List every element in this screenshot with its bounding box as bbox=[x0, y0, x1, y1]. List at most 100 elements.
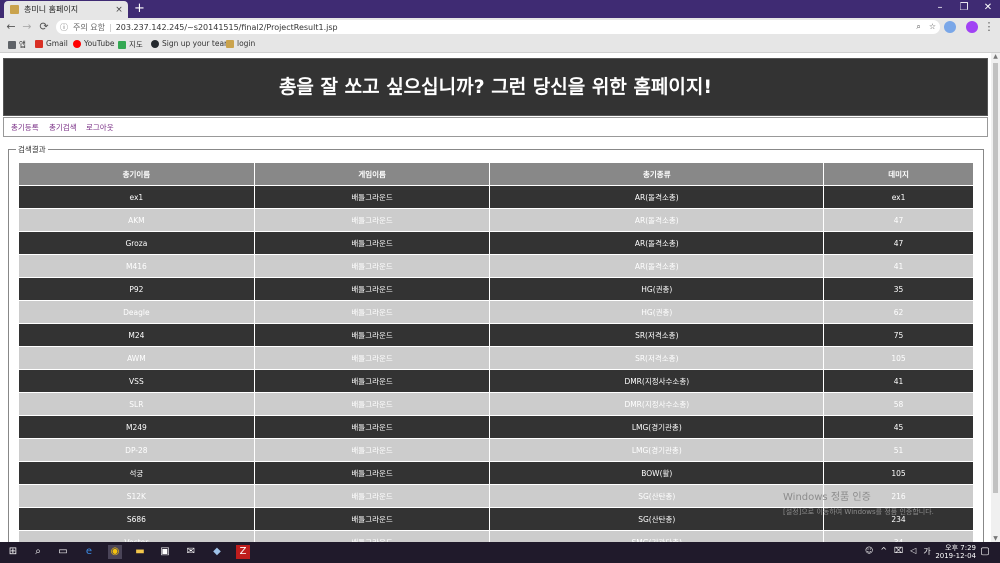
edge-icon[interactable]: e bbox=[82, 545, 96, 559]
cell-gun-name: Deagle bbox=[18, 300, 255, 324]
cell-game-name: 배틀그라운드 bbox=[253, 392, 491, 416]
app-icon[interactable]: ◆ bbox=[210, 545, 224, 559]
close-window-button[interactable]: ✕ bbox=[976, 0, 1000, 18]
gmail-icon bbox=[35, 39, 43, 48]
forward-button[interactable]: → bbox=[20, 19, 34, 35]
cell-damage: 105 bbox=[823, 461, 974, 485]
menu-link-logout[interactable]: 로그아웃 bbox=[86, 122, 114, 133]
cell-game-name: 배틀그라운드 bbox=[253, 277, 491, 301]
tab-close-icon[interactable]: × bbox=[114, 5, 124, 15]
cell-damage: 62 bbox=[823, 300, 974, 324]
page-scrollbar[interactable]: ▲ ▼ bbox=[991, 53, 1000, 542]
cell-gun-type: SG(산탄총) bbox=[489, 484, 825, 508]
cell-damage: 51 bbox=[823, 438, 974, 462]
column-header: 총기종류 bbox=[489, 162, 825, 186]
cell-game-name: 배틀그라운드 bbox=[253, 484, 491, 508]
apps-icon bbox=[8, 40, 16, 49]
bookmark-youtube[interactable]: YouTube bbox=[73, 39, 115, 48]
cell-gun-name: DP-28 bbox=[18, 438, 255, 462]
cell-damage: 47 bbox=[823, 231, 974, 255]
cell-gun-type: DMR(지정사수소총) bbox=[489, 369, 825, 393]
security-label: 주의 요함 bbox=[73, 22, 105, 32]
mail-icon[interactable]: ✉ bbox=[184, 545, 198, 559]
cell-gun-name: M249 bbox=[18, 415, 255, 439]
menu-kebab-icon[interactable]: ⋮ bbox=[982, 19, 996, 35]
network-icon[interactable]: ⌧ bbox=[894, 546, 903, 557]
cell-gun-name: 석궁 bbox=[18, 461, 255, 485]
cell-gun-name: AKM bbox=[18, 208, 255, 232]
bookmark-apps[interactable]: 앱 bbox=[8, 39, 26, 50]
youtube-icon bbox=[73, 39, 81, 48]
filezilla-icon[interactable]: Z bbox=[236, 545, 250, 559]
browser-tab[interactable]: 총미니 홈페이지 × bbox=[4, 1, 128, 18]
cell-damage: 41 bbox=[823, 254, 974, 278]
notification-icon[interactable]: ▢ bbox=[978, 545, 992, 559]
table-row: M416 배틀그라운드 AR(돌격소총) 41 bbox=[18, 254, 974, 278]
table-row: Deagle 배틀그라운드 HG(권총) 62 bbox=[18, 300, 974, 324]
cell-damage: 58 bbox=[823, 392, 974, 416]
search-icon[interactable]: ⌕ bbox=[31, 545, 45, 559]
bookmark-label: Sign up your team bbox=[162, 39, 232, 48]
cell-gun-type: DMR(지정사수소총) bbox=[489, 392, 825, 416]
bookmark-star-icon[interactable]: ☆ bbox=[929, 20, 936, 34]
chrome-icon[interactable]: ◉ bbox=[108, 545, 122, 559]
task-view-icon[interactable]: ▭ bbox=[56, 545, 70, 559]
menu-link-search[interactable]: 총기검색 bbox=[49, 122, 77, 133]
back-button[interactable]: ← bbox=[4, 19, 18, 35]
cell-game-name: 배틀그라운드 bbox=[253, 208, 491, 232]
info-icon[interactable]: ⓘ bbox=[60, 22, 70, 33]
new-tab-button[interactable]: + bbox=[134, 1, 145, 17]
bookmark-login[interactable]: login bbox=[226, 39, 255, 48]
people-icon[interactable]: ☺ bbox=[865, 546, 873, 557]
browser-toolbar: ← → ⟳ ⓘ 주의 요함 | 203.237.142.245/~s201415… bbox=[0, 18, 1000, 36]
cell-gun-name: S686 bbox=[18, 507, 255, 531]
zoom-icon[interactable]: ⌕ bbox=[916, 20, 920, 34]
windows-activation-watermark: Windows 정품 인증 [설정]으로 이동하여 Windows를 정품 인증… bbox=[783, 491, 934, 519]
scroll-up-icon[interactable]: ▲ bbox=[991, 53, 1000, 60]
table-row: P92 배틀그라운드 HG(권총) 35 bbox=[18, 277, 974, 301]
restore-button[interactable]: ❐ bbox=[952, 0, 976, 18]
table-row: Groza 배틀그라운드 AR(돌격소총) 47 bbox=[18, 231, 974, 255]
cell-gun-name: S12K bbox=[18, 484, 255, 508]
page-favicon-icon bbox=[10, 5, 19, 14]
page-viewport: 총을 잘 쏘고 싶으십니까? 그런 당신을 위한 홈페이지! 총기등록 총기검색… bbox=[0, 53, 991, 542]
cell-gun-type: SR(저격소총) bbox=[489, 323, 825, 347]
ime-indicator[interactable]: 가 bbox=[923, 546, 930, 557]
clock-date: 2019-12-04 bbox=[935, 552, 976, 560]
browser-tab-strip: 총미니 홈페이지 × + – ❐ ✕ bbox=[0, 0, 1000, 18]
bookmark-label: YouTube bbox=[84, 39, 115, 48]
bookmark-github[interactable]: Sign up your team bbox=[151, 39, 231, 48]
profile-avatar-icon[interactable] bbox=[966, 21, 978, 33]
cell-gun-type: BOW(활) bbox=[489, 461, 825, 485]
volume-icon[interactable]: ◁ bbox=[910, 546, 916, 557]
scrollbar-thumb[interactable] bbox=[993, 63, 998, 493]
reload-button[interactable]: ⟳ bbox=[37, 19, 51, 35]
address-bar[interactable]: ⓘ 주의 요함 | 203.237.142.245/~s20141515/fin… bbox=[56, 20, 940, 34]
page-title: 총을 잘 쏘고 싶으십니까? 그런 당신을 위한 홈페이지! bbox=[278, 76, 713, 98]
scroll-down-icon[interactable]: ▼ bbox=[991, 535, 1000, 542]
cell-gun-name: M24 bbox=[18, 323, 255, 347]
clock[interactable]: 오후 7:29 2019-12-04 bbox=[935, 544, 976, 560]
cell-damage: 105 bbox=[823, 346, 974, 370]
url-text[interactable]: 203.237.142.245/~s20141515/final2/Projec… bbox=[116, 23, 338, 32]
page-header: 총을 잘 쏘고 싶으십니까? 그런 당신을 위한 홈페이지! bbox=[3, 58, 988, 116]
bookmark-maps[interactable]: 지도 bbox=[118, 39, 143, 50]
start-icon[interactable]: ⊞ bbox=[6, 545, 20, 559]
address-separator: | bbox=[108, 22, 112, 32]
bookmarks-bar: 앱 Gmail YouTube 지도 Sign up your team log… bbox=[0, 36, 1000, 53]
store-icon[interactable]: ▣ bbox=[158, 545, 172, 559]
bookmark-label: 지도 bbox=[129, 40, 143, 49]
extension-icon[interactable] bbox=[944, 21, 956, 33]
cell-game-name: 배틀그라운드 bbox=[253, 231, 491, 255]
column-header: 게임이름 bbox=[253, 162, 491, 186]
minimize-button[interactable]: – bbox=[928, 0, 952, 18]
chevron-up-icon[interactable]: ^ bbox=[880, 546, 887, 557]
bookmark-label: login bbox=[237, 39, 256, 48]
results-legend: 검색결과 bbox=[16, 145, 48, 155]
bookmark-gmail[interactable]: Gmail bbox=[35, 39, 68, 48]
watermark-subtitle: [설정]으로 이동하여 Windows를 정품 인증합니다. bbox=[783, 508, 934, 516]
cell-gun-type: SG(산탄총) bbox=[489, 507, 825, 531]
menu-link-register[interactable]: 총기등록 bbox=[11, 122, 39, 133]
explorer-icon[interactable]: ▬ bbox=[133, 545, 147, 559]
cell-damage: ex1 bbox=[823, 185, 974, 209]
